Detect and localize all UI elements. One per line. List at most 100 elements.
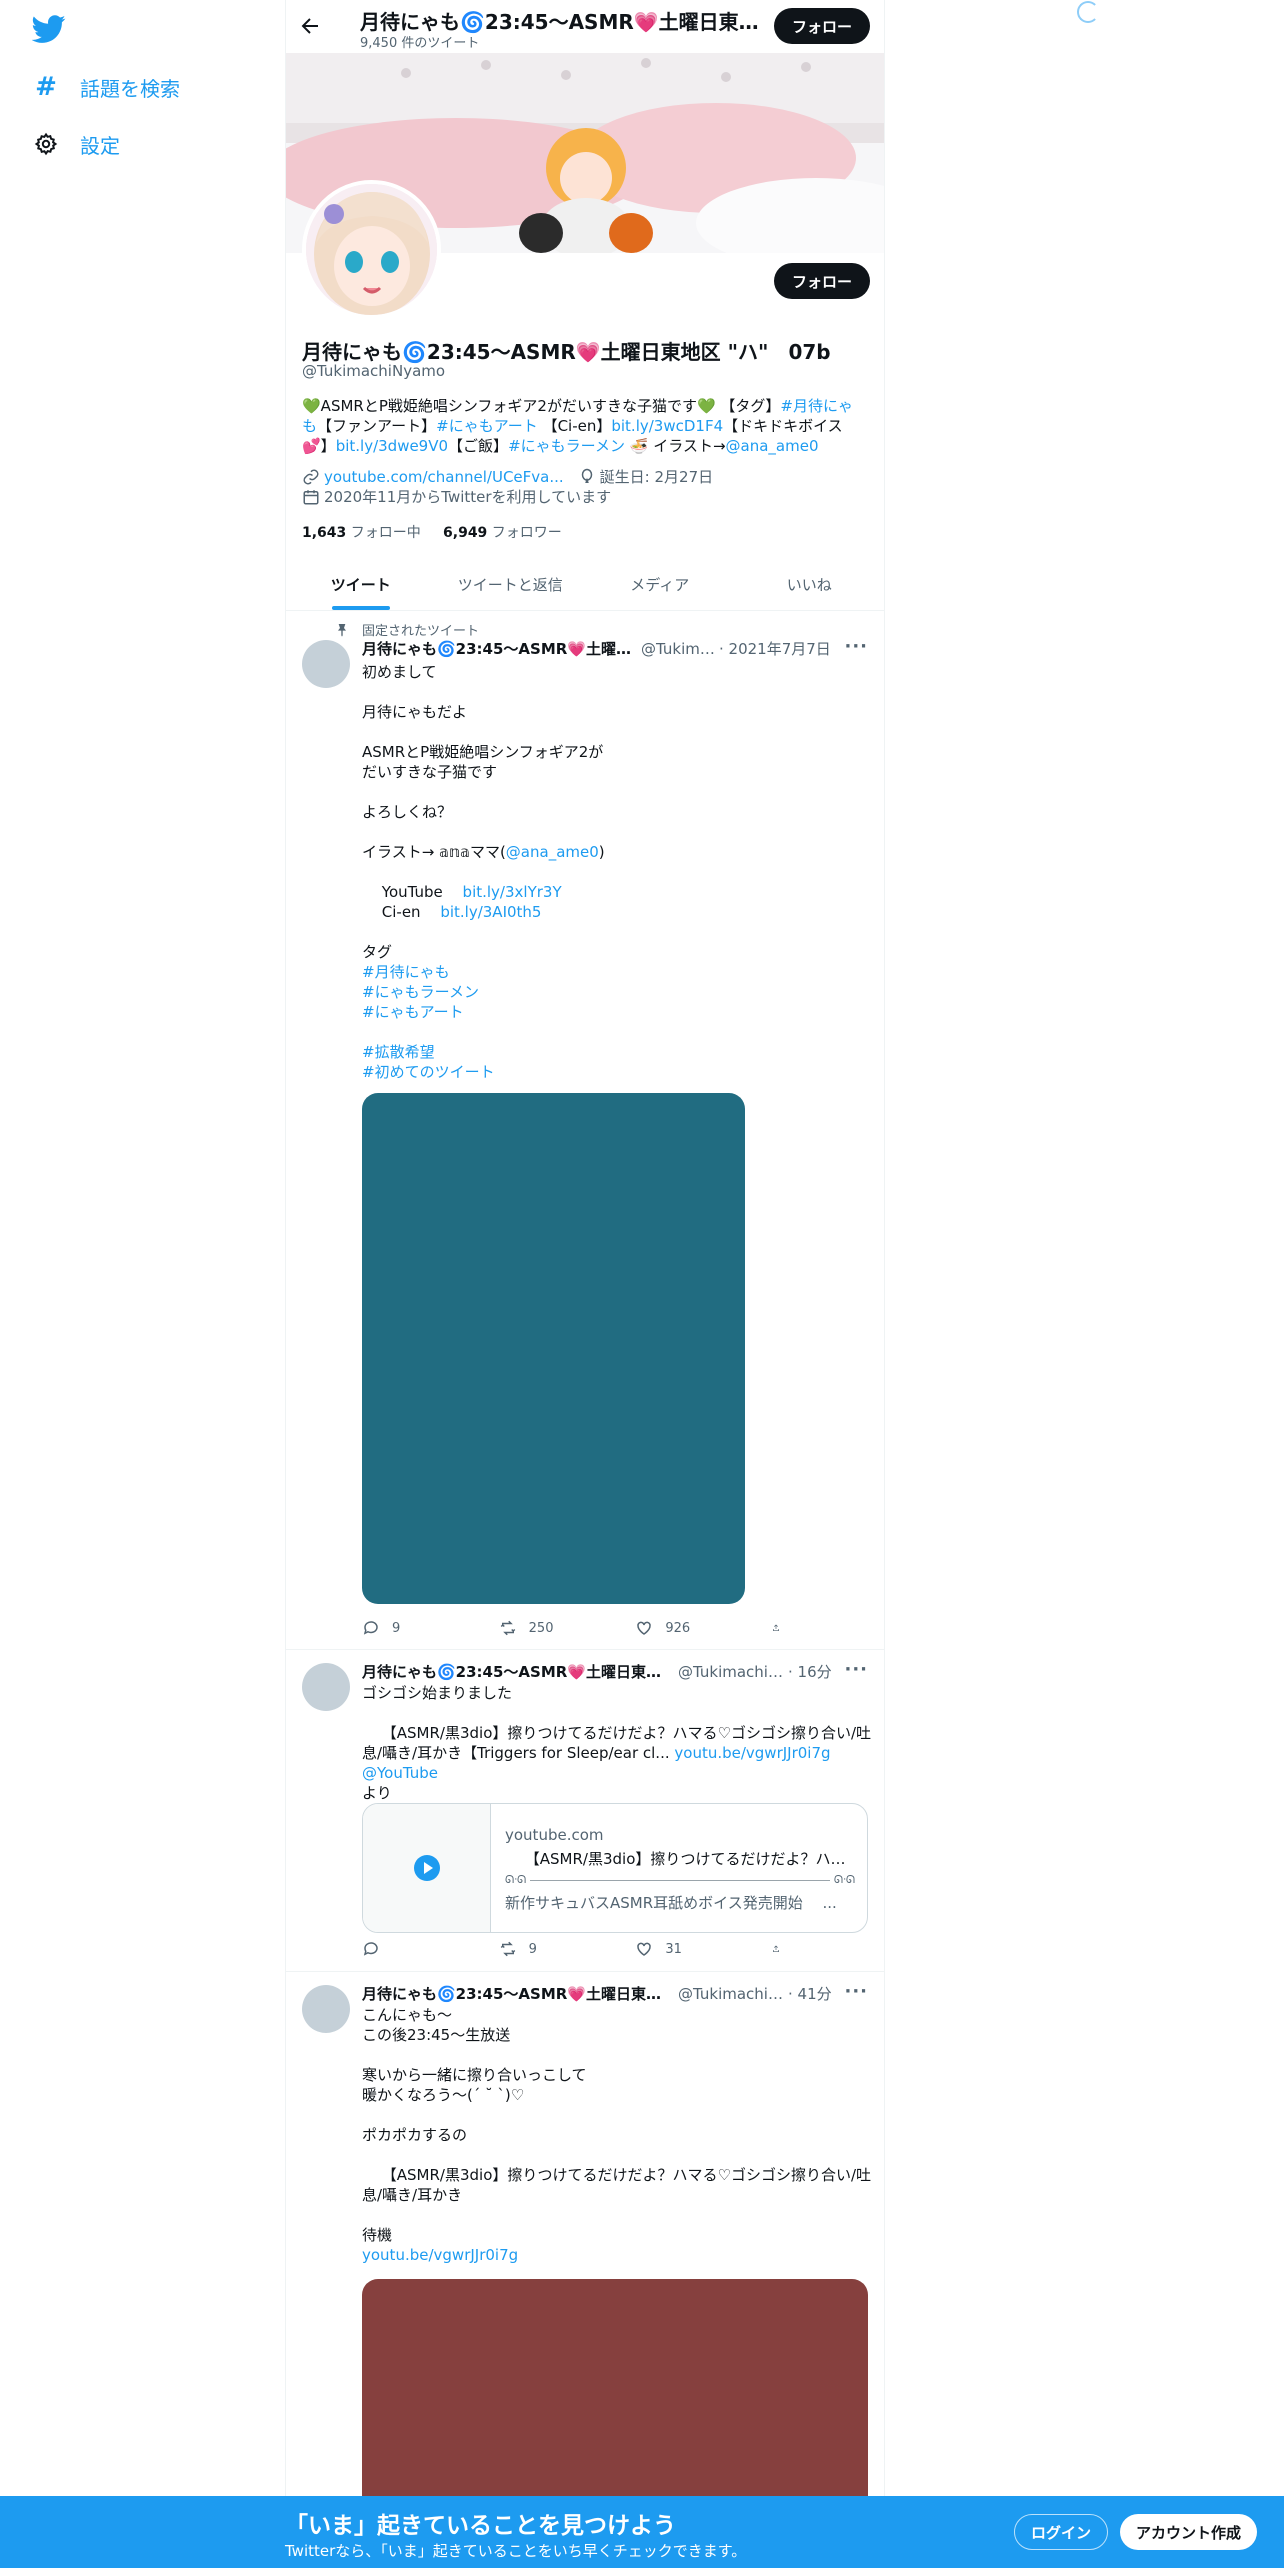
tweet-line-text: より [362, 1784, 392, 1802]
tweet-header: 月待にゃも🌀23:45〜ASMR💗土曜日東地区 "ハ" 07b @Tukimac… [362, 1983, 832, 2004]
tweet-date[interactable]: · 41分 [788, 1983, 832, 2004]
tweet-line-text: 月待にゃもだよ [362, 703, 468, 721]
profile-avatar[interactable] [302, 180, 441, 319]
bio-link[interactable]: bit.ly/3wcD1F4 [611, 417, 723, 435]
tweet-item[interactable]: 月待にゃも🌀23:45〜ASMR💗土曜日東地区 "ハ" 07b @Tukimac… [286, 1973, 884, 2568]
gear-icon [34, 132, 58, 156]
profile-joined: 2020年11月からTwitterを利用しています [324, 488, 612, 506]
tab-tweets-and-replies[interactable]: ツイートと返信 [436, 558, 586, 610]
bio-text: 【ご飯】 [448, 437, 509, 455]
tweet-link[interactable]: #初めてのツイート [362, 1063, 495, 1081]
profile-bio: 💚ASMRとP戦姫絶唱シンフォギア2がだいすきな子猫です💚 【タグ】#月待にゃも… [302, 396, 862, 456]
tweet-avatar[interactable] [302, 1985, 350, 2033]
tweet-line: 息/囁き/耳かき [362, 2185, 872, 2205]
tweet-line: イラスト→ 𝕒𝕟𝕒ママ(@ana_ame0) [362, 842, 872, 862]
profile-meta-row: youtube.com/channel/UCeFva... 誕生日: 2月27日 [302, 466, 713, 487]
tweet-link[interactable]: #にゃもアート [362, 1003, 464, 1021]
tweet-link[interactable]: #にゃもラーメン [362, 983, 479, 1001]
tweet-link[interactable]: @ana_ame0 [506, 843, 599, 861]
more-options-icon[interactable]: ··· [844, 636, 868, 657]
bio-text: 【Ci-en】 [537, 417, 612, 435]
bio-link[interactable]: bit.ly/3dwe9V0 [336, 437, 448, 455]
bio-link[interactable]: @ana_ame0 [726, 437, 819, 455]
sidebar-item-settings[interactable]: 設定 [34, 124, 120, 164]
reply-button[interactable]: 9 [362, 1618, 452, 1638]
tweet-author-name[interactable]: 月待にゃも🌀23:45〜ASMR💗土曜日東地区 "ハ" 07b [362, 638, 637, 659]
tweet-link[interactable]: bit.ly/3xlYr3Y [463, 883, 562, 901]
tweet-line-text: 暖かくなろう〜(ˊ ˘ ˋ)♡ [362, 2086, 525, 2104]
share-button[interactable] [772, 1618, 792, 1638]
followers-count: 6,949 [443, 525, 488, 541]
tweet-avatar[interactable] [302, 640, 350, 688]
tweet-line: 【ASMR/黒3dio】擦りつけてるだけだよ？ハマる♡ゴシゴシ擦り合い/吐 [362, 1723, 872, 1743]
share-button[interactable] [772, 1939, 792, 1959]
tweet-line: 【ASMR/黒3dio】擦りつけてるだけだよ？ハマる♡ゴシゴシ擦り合い/吐 [362, 2165, 872, 2185]
back-arrow-icon[interactable] [298, 14, 322, 38]
tweet-item[interactable]: 固定されたツイート 月待にゃも🌀23:45〜ASMR💗土曜日東地区 "ハ" 07… [286, 612, 884, 1650]
tweet-line-text: ゴシゴシ始まりました [362, 1684, 513, 1702]
tweet-item[interactable]: 月待にゃも🌀23:45〜ASMR💗土曜日東地区 "ハ" 07b @Tukimac… [286, 1651, 884, 1972]
tweet-author-handle[interactable]: @TukimachiNyamo [678, 1985, 788, 2003]
more-options-icon[interactable]: ··· [844, 1659, 868, 1680]
calendar-icon [303, 489, 319, 504]
tweet-author-name[interactable]: 月待にゃも🌀23:45〜ASMR💗土曜日東地区 "ハ" 07b [362, 1983, 674, 2004]
tab-likes[interactable]: いいね [735, 558, 885, 610]
tweet-line [362, 2105, 872, 2125]
tweet-link[interactable]: #月待にゃも [362, 963, 450, 981]
following-label: フォロー中 [346, 525, 421, 541]
link-card[interactable]: youtube.com 【ASMR/黒3dio】擦りつけてるだけだよ？ハマ...… [362, 1803, 868, 1933]
like-count: 926 [665, 1620, 691, 1636]
tweet-line: 息/囁き/耳かき【Triggers for Sleep/ear cl... yo… [362, 1743, 872, 1783]
tab-tweets[interactable]: ツイート [286, 558, 436, 610]
tweet-author-handle[interactable]: @TukimachiNyamo [641, 640, 719, 658]
tweet-line: #月待にゃも [362, 962, 872, 982]
profile-follow-button[interactable]: フォロー [774, 263, 871, 299]
login-button[interactable]: ログイン [1014, 2514, 1109, 2550]
bio-link[interactable]: #にゃもアート [436, 417, 538, 435]
twitter-logo-icon[interactable] [31, 12, 66, 46]
tweet-date[interactable]: · 16分 [788, 1661, 832, 1682]
tweet-link[interactable]: youtu.be/vgwrJJr0i7g [674, 1744, 830, 1762]
profile-website-link[interactable]: youtube.com/channel/UCeFva... [324, 468, 564, 486]
hashtag-icon: # [35, 72, 57, 102]
sidebar-item-label: 話題を検索 [80, 76, 180, 101]
retweet-count: 9 [528, 1941, 537, 1957]
retweet-icon [500, 1620, 515, 1636]
following-count: 1,643 [302, 525, 347, 541]
reply-button[interactable] [362, 1939, 452, 1959]
tab-media[interactable]: メディア [585, 558, 735, 610]
tweet-line-text: ) [598, 843, 605, 861]
tweet-line: YouTube bit.ly/3xlYr3Y [362, 882, 872, 902]
tweet-line-text: タグ [362, 943, 393, 961]
tweet-line-text: イラスト→ 𝕒𝕟𝕒ママ( [362, 843, 506, 861]
more-options-icon[interactable]: ··· [844, 1981, 868, 2002]
tweet-avatar[interactable] [302, 1663, 350, 1711]
bio-link[interactable]: #にゃもラーメン [508, 437, 625, 455]
followers-link[interactable]: 6,949 フォロワー [443, 525, 562, 541]
tweet-author-name[interactable]: 月待にゃも🌀23:45〜ASMR💗土曜日東地区 "ハ" 07b [362, 1661, 674, 1682]
retweet-button[interactable]: 9 [499, 1939, 589, 1959]
tweet-link[interactable]: #拡散希望 [362, 1043, 435, 1061]
tweet-author-handle[interactable]: @TukimachiNyamo [678, 1663, 788, 1681]
tweet-link[interactable]: @YouTube [362, 1764, 438, 1782]
header-follow-button[interactable]: フォロー [774, 8, 871, 44]
tweet-line [362, 822, 872, 842]
tweet-link[interactable]: youtu.be/vgwrJJr0i7g [362, 2246, 518, 2264]
heart-icon [637, 1942, 652, 1956]
tweet-date[interactable]: · 2021年7月7日 [719, 638, 831, 659]
following-link[interactable]: 1,643 フォロー中 [302, 525, 421, 541]
retweet-button[interactable]: 250 [499, 1618, 589, 1638]
signup-banner: 「いま」起きていることを見つけよう Twitterなら、「いま」起きていることを… [0, 2496, 1284, 2568]
card-divider-line: ᘏᐧᘏ ᘏᐧᘏ [505, 1872, 855, 1888]
tweet-link[interactable]: bit.ly/3AI0th5 [440, 903, 541, 921]
pinned-indicator: 固定されたツイート [334, 620, 479, 639]
like-button[interactable]: 31 [635, 1939, 725, 1959]
follow-stats: 1,643 フォロー中 6,949 フォロワー [302, 522, 562, 542]
sidebar-item-explore[interactable]: # 話題を検索 [34, 67, 180, 107]
tweet-line: #拡散希望 [362, 1042, 872, 1062]
pinned-label: 固定されたツイート [362, 624, 480, 639]
like-button[interactable]: 926 [635, 1618, 725, 1638]
tweet-line-text: 初めまして [362, 663, 437, 681]
signup-button[interactable]: アカウント作成 [1120, 2514, 1258, 2550]
tweet-image[interactable] [362, 1093, 745, 1604]
